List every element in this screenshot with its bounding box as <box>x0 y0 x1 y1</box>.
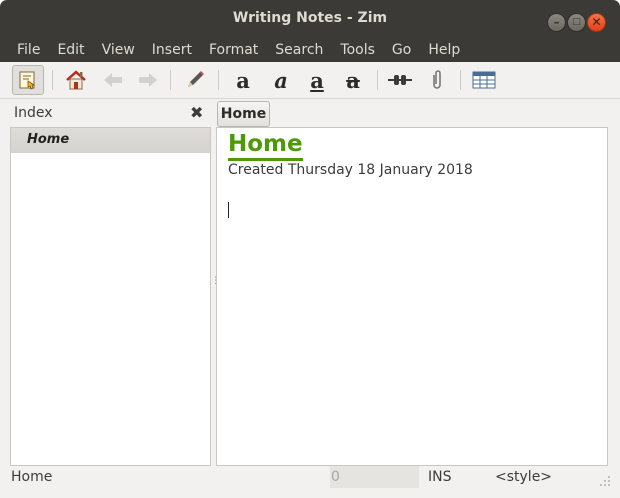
text-cursor <box>228 202 229 218</box>
menu-tools[interactable]: Tools <box>329 38 381 62</box>
italic-button[interactable]: a <box>266 66 296 94</box>
attach-file-button[interactable] <box>422 66 452 94</box>
title-bar: Writing Notes - Zim – □ ✕ <box>0 0 620 38</box>
index-tree[interactable]: Home <box>10 127 211 466</box>
strikethrough-icon: a <box>346 67 360 93</box>
app-window: Writing Notes - Zim – □ ✕ File Edit View… <box>0 0 620 498</box>
style-indicator: <style> <box>495 469 553 485</box>
edit-button[interactable] <box>180 66 210 94</box>
toolbar-separator <box>460 70 461 90</box>
resize-grip-icon[interactable] <box>598 474 612 488</box>
index-item-home[interactable]: Home <box>11 128 210 153</box>
table-icon <box>472 71 496 89</box>
attach-icon <box>433 70 441 89</box>
menu-bar: File Edit View Insert Format Search Tool… <box>0 38 620 62</box>
pane-divider-handle[interactable]: ⋮ <box>211 277 220 290</box>
bold-button[interactable]: a <box>228 66 258 94</box>
forward-icon <box>139 73 157 87</box>
window-bottom-edge <box>0 490 620 498</box>
link-icon <box>388 75 412 85</box>
menu-file[interactable]: File <box>6 38 46 62</box>
index-pane-header: Index ✖ <box>10 100 210 126</box>
close-window-button[interactable]: ✕ <box>587 13 606 32</box>
italic-icon: a <box>274 67 288 93</box>
close-index-icon[interactable]: ✖ <box>190 103 203 122</box>
menu-edit[interactable]: Edit <box>46 38 90 62</box>
strikethrough-button[interactable]: a <box>338 66 368 94</box>
toolbar-separator <box>170 70 171 90</box>
toolbar: a a a a <box>0 62 620 99</box>
page-editor[interactable]: Home Created Thursday 18 January 2018 <box>216 127 608 466</box>
menu-view[interactable]: View <box>91 38 141 62</box>
backlinks-button[interactable]: 0 Backlinks... <box>330 466 419 498</box>
page-title: Home <box>228 131 303 161</box>
pathbar-home-button[interactable]: Home <box>217 101 270 127</box>
window-title: Writing Notes - Zim <box>232 10 388 26</box>
close-icon: ✕ <box>591 15 602 29</box>
maximize-button[interactable]: □ <box>567 13 586 32</box>
minimize-icon: – <box>553 15 560 29</box>
show-all-panes-icon <box>19 71 36 90</box>
status-bar: Home 0 Backlinks... INS <style> <box>0 466 620 498</box>
insert-mode-indicator: INS <box>428 469 452 485</box>
menu-go[interactable]: Go <box>381 38 417 62</box>
menu-format[interactable]: Format <box>198 38 264 62</box>
underline-button[interactable]: a <box>302 66 332 94</box>
minimize-button[interactable]: – <box>547 13 566 32</box>
home-button[interactable] <box>61 66 91 94</box>
toolbar-separator <box>218 70 219 90</box>
bold-icon: a <box>236 67 250 93</box>
back-icon <box>104 73 122 87</box>
toolbar-separator <box>52 70 53 90</box>
underline-icon: a <box>310 67 324 93</box>
back-button[interactable] <box>98 66 128 94</box>
edit-icon <box>188 71 204 87</box>
menu-insert[interactable]: Insert <box>141 38 198 62</box>
status-page-name: Home <box>11 469 53 485</box>
show-all-panes-button[interactable] <box>12 65 44 95</box>
index-title: Index <box>14 105 53 121</box>
menu-search[interactable]: Search <box>264 38 329 62</box>
toolbar-separator <box>377 70 378 90</box>
menu-help[interactable]: Help <box>417 38 466 62</box>
index-item-label: Home <box>27 132 70 147</box>
insert-table-button[interactable] <box>469 66 499 94</box>
home-icon <box>66 70 86 90</box>
forward-button[interactable] <box>133 66 163 94</box>
created-date-text: Created Thursday 18 January 2018 <box>228 162 473 178</box>
link-button[interactable] <box>385 66 415 94</box>
maximize-icon: □ <box>572 17 581 27</box>
